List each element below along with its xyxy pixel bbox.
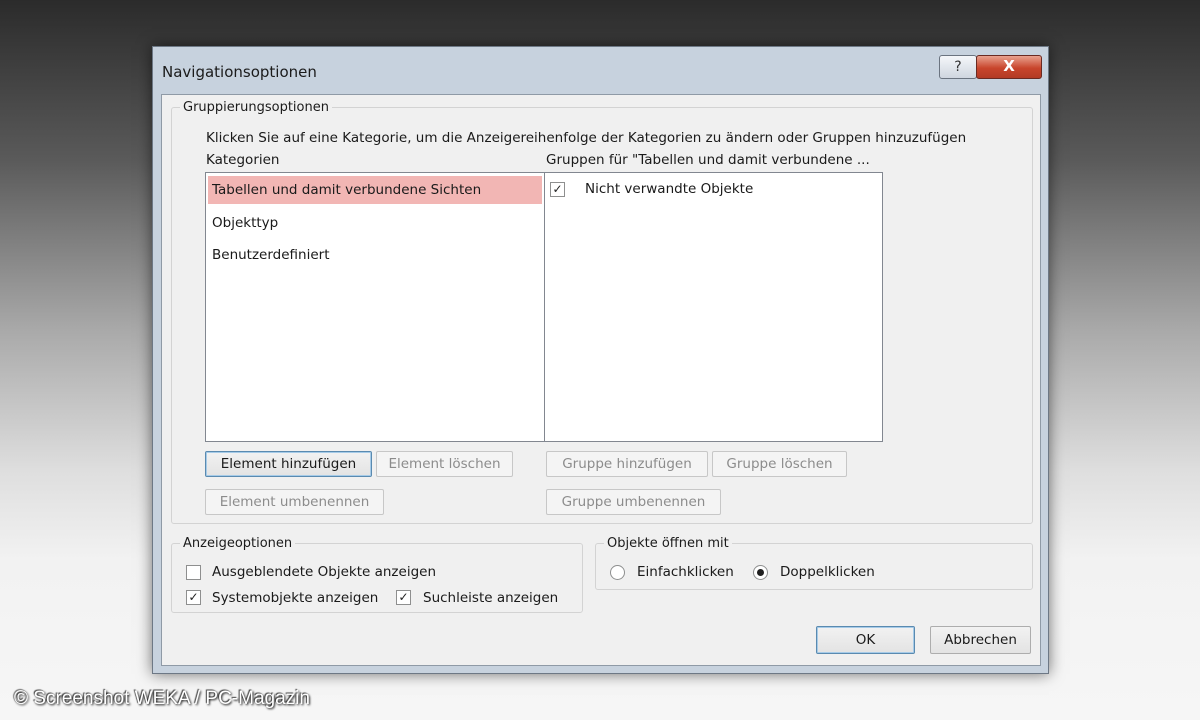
category-item[interactable]: Objekttyp — [208, 209, 542, 237]
dialog-client-area: Gruppierungsoptionen Klicken Sie auf ein… — [161, 94, 1041, 666]
show-hidden-label: Ausgeblendete Objekte anzeigen — [212, 564, 437, 580]
double-click-radio[interactable] — [753, 565, 768, 580]
grouping-options-legend: Gruppierungsoptionen — [183, 100, 329, 115]
show-search-checkbox[interactable]: ✓ — [396, 590, 411, 605]
ok-button[interactable]: OK — [816, 626, 915, 654]
single-click-label: Einfachklicken — [637, 564, 734, 580]
help-button[interactable]: ? — [939, 55, 977, 79]
group-checkbox[interactable]: ✓ — [550, 182, 565, 197]
grouping-instruction: Klicken Sie auf eine Kategorie, um die A… — [206, 130, 967, 146]
delete-group-button[interactable]: Gruppe löschen — [712, 451, 847, 477]
categories-listbox[interactable]: Tabellen und damit verbundene Sichten Ob… — [205, 172, 545, 442]
delete-element-button[interactable]: Element löschen — [376, 451, 513, 477]
help-icon: ? — [954, 59, 962, 75]
close-icon: X — [1003, 57, 1015, 75]
double-click-label: Doppelklicken — [780, 564, 875, 580]
rename-group-button[interactable]: Gruppe umbenennen — [546, 489, 721, 515]
single-click-radio[interactable] — [610, 565, 625, 580]
category-item[interactable]: Tabellen und damit verbundene Sichten — [208, 176, 542, 204]
cancel-button[interactable]: Abbrechen — [930, 626, 1031, 654]
category-item[interactable]: Benutzerdefiniert — [208, 241, 542, 269]
categories-header: Kategorien — [206, 152, 280, 168]
title-bar[interactable]: Navigationsoptionen ? X — [153, 47, 1048, 95]
rename-element-button[interactable]: Element umbenennen — [205, 489, 384, 515]
copyright-watermark: © Screenshot WEKA / PC-Magazin — [14, 688, 310, 709]
groups-listbox[interactable]: ✓ Nicht verwandte Objekte — [544, 172, 883, 442]
show-search-label: Suchleiste anzeigen — [423, 590, 559, 606]
open-with-legend: Objekte öffnen mit — [607, 536, 729, 551]
display-options-legend: Anzeigeoptionen — [183, 536, 293, 551]
show-system-checkbox[interactable]: ✓ — [186, 590, 201, 605]
groups-header: Gruppen für "Tabellen und damit verbunde… — [546, 152, 870, 168]
group-item-label: Nicht verwandte Objekte — [585, 181, 754, 197]
add-group-button[interactable]: Gruppe hinzufügen — [546, 451, 708, 477]
add-element-button[interactable]: Element hinzufügen — [205, 451, 372, 477]
show-system-label: Systemobjekte anzeigen — [212, 590, 379, 606]
show-hidden-checkbox[interactable] — [186, 565, 201, 580]
dialog-title: Navigationsoptionen — [162, 63, 317, 81]
close-button[interactable]: X — [976, 55, 1042, 79]
open-with-group: Objekte öffnen mit — [595, 536, 1033, 590]
navigation-options-dialog: Navigationsoptionen ? X Gruppierungsopti… — [152, 46, 1049, 674]
